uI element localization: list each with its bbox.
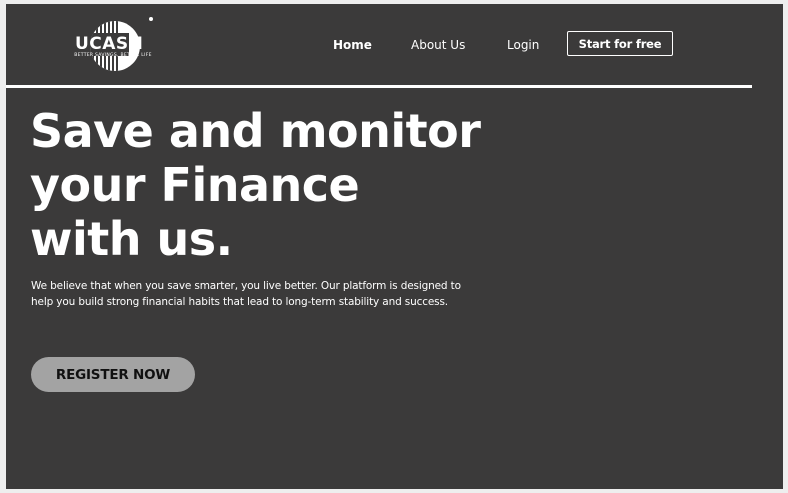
hero-title-line: Save and monitor [30,104,481,158]
header-divider [6,85,752,88]
start-for-free-button[interactable]: Start for free [567,31,673,56]
nav-about-link[interactable]: About Us [411,38,465,52]
register-now-button[interactable]: REGISTER NOW [31,357,195,392]
top-nav: Home About Us Login Start for free [6,31,783,59]
hero-title-line: with us. [30,212,233,266]
hero-title: Save and monitor your Finance with us. [30,104,550,266]
nav-login-link[interactable]: Login [507,38,539,52]
logo-dot [149,17,153,21]
hero-title-line: your Finance [30,158,360,212]
nav-home-link[interactable]: Home [333,38,372,52]
hero-description: We believe that when you save smarter, y… [31,280,461,308]
page-frame: UCASH BETTER SAVINGS, BETTER LIFE Home A… [6,4,783,489]
